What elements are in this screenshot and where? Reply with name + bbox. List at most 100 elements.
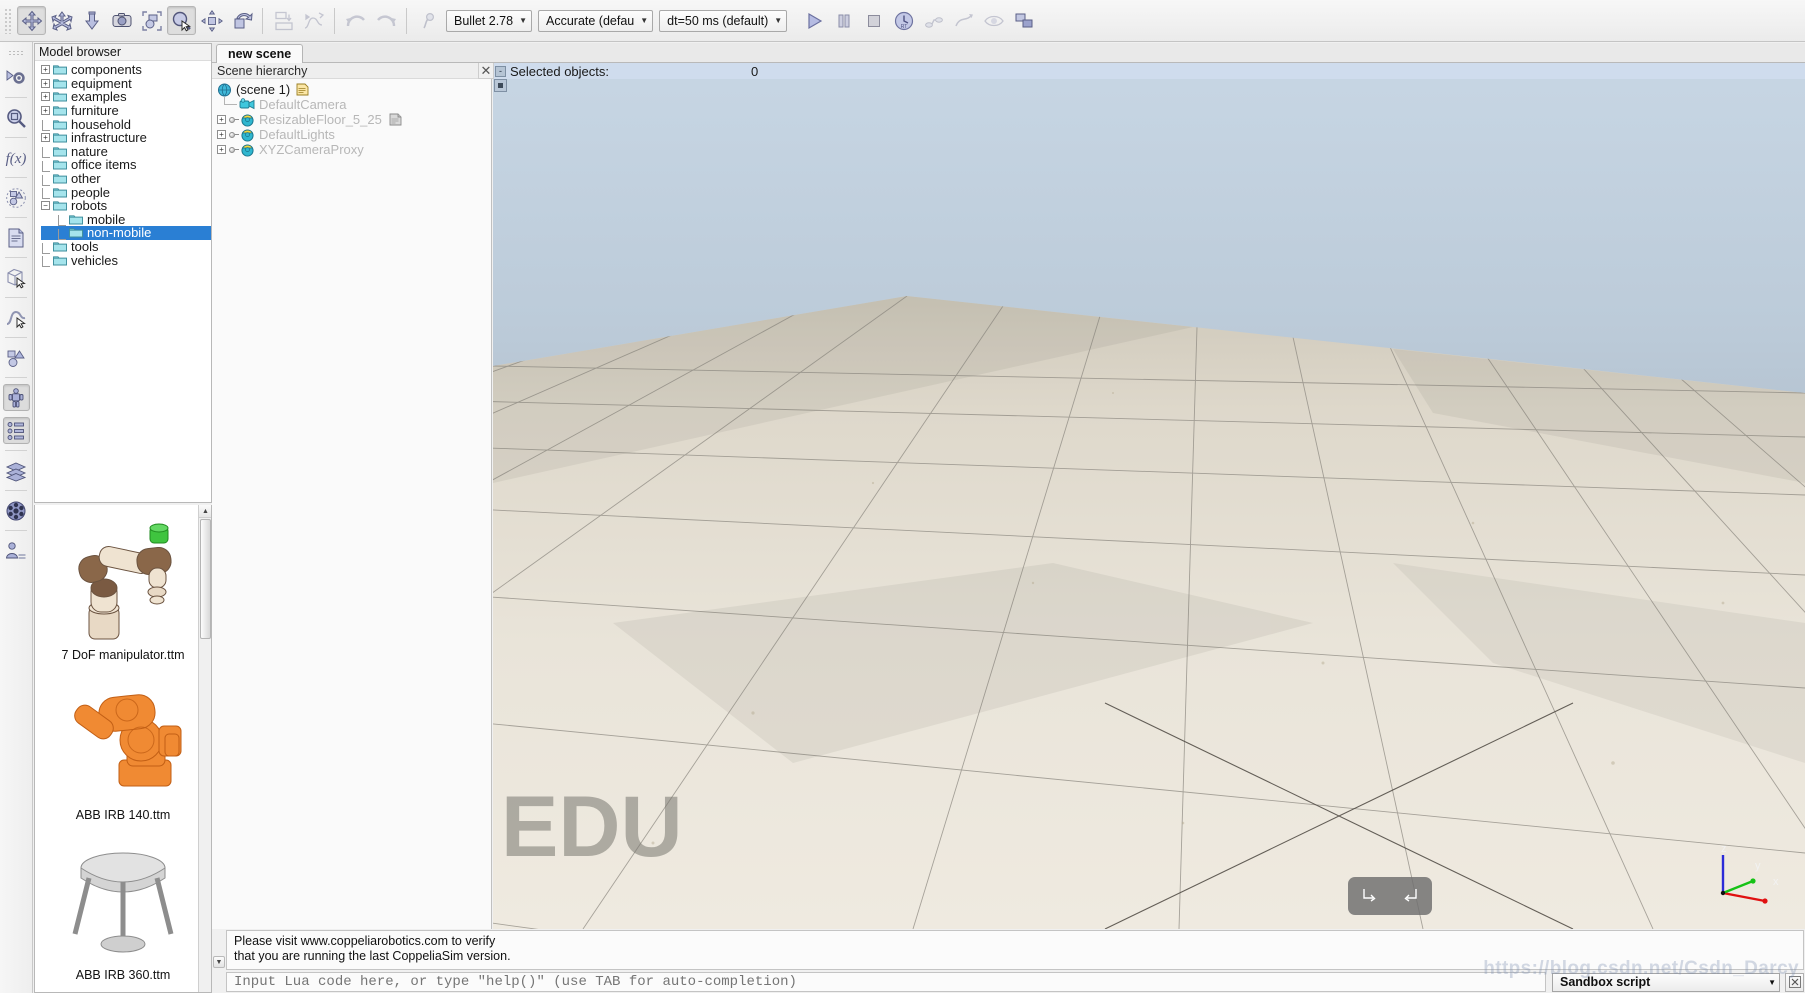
selected-objects-label: Selected objects: (510, 63, 610, 79)
tree-expander-plus-icon[interactable]: + (217, 130, 226, 139)
model-browser-item-other[interactable]: other (41, 172, 211, 186)
viewport-expand-toggle[interactable] (494, 79, 507, 92)
selected-objects-bar: - Selected objects: 0 (493, 63, 1805, 79)
tree-expander-plus-icon[interactable]: + (41, 133, 50, 143)
scene-properties-icon[interactable] (3, 64, 30, 91)
pause-button[interactable] (829, 6, 858, 35)
model-list-scrollbar[interactable]: ▲ (198, 505, 211, 992)
redo-icon[interactable] (371, 6, 400, 35)
play-button[interactable] (799, 6, 828, 35)
hierarchy-item-ResizableFloor_5_25[interactable]: + ResizableFloor_5_25 (217, 112, 491, 127)
scene-hierarchy-tree[interactable]: (scene 1) DefaultCamera + ResizableFloor_5… (212, 79, 491, 157)
tree-expander-plus-icon[interactable]: + (41, 106, 50, 116)
timestep-select[interactable]: dt=50 ms (default) ▼ (659, 9, 788, 32)
model-thumbnail-list[interactable]: 7 DoF manipulator.ttm ABB IRB 140.ttm ABB … (34, 505, 212, 993)
page-rotate-icon[interactable] (227, 6, 256, 35)
scroll-up-icon[interactable]: ▲ (199, 505, 211, 518)
tree-expander-plus-icon[interactable]: + (41, 65, 50, 75)
layers-stack-icon[interactable] (3, 457, 30, 484)
model-browser-item-examples[interactable]: + examples (41, 90, 211, 104)
object-shift-icon[interactable] (17, 6, 46, 35)
stop-button[interactable] (859, 6, 888, 35)
page-move-icon[interactable] (197, 6, 226, 35)
visualize-button[interactable] (949, 6, 978, 35)
tree-expander-plus-icon[interactable]: + (41, 78, 50, 88)
folder-icon (53, 187, 67, 198)
scrollbar-thumb[interactable] (200, 519, 211, 639)
user-parameters-icon[interactable]: f(x) (3, 144, 30, 171)
tree-expander-plus-icon[interactable]: + (217, 115, 226, 124)
model-browser-item-household[interactable]: household (41, 117, 211, 132)
toolbar-grip[interactable] (4, 7, 13, 34)
path-select-icon[interactable] (3, 304, 30, 331)
model-browser-item-infrastructure[interactable]: + infrastructure (41, 131, 211, 145)
model-browser-item-equipment[interactable]: + equipment (41, 77, 211, 91)
camera-icon[interactable] (107, 6, 136, 35)
tree-expander-minus-icon[interactable]: − (41, 201, 50, 211)
model-browser-item-robots[interactable]: − robots (41, 199, 211, 213)
viewport-close-icon[interactable]: ✕ (478, 63, 494, 79)
assembly-icon[interactable] (137, 6, 166, 35)
shape-edit-icon[interactable] (3, 184, 30, 211)
rotate-left-icon[interactable] (1356, 883, 1382, 909)
lua-code-input[interactable] (226, 972, 1546, 992)
object-script-icon[interactable] (389, 113, 402, 126)
model-browser-item-office-items[interactable]: office items (41, 158, 211, 172)
user-settings-icon[interactable] (3, 537, 30, 564)
model-browser-item-non-mobile[interactable]: non-mobile (41, 226, 211, 240)
scroll-down-icon[interactable]: ▼ (213, 956, 225, 968)
select-magnifier-icon[interactable] (167, 6, 196, 35)
model-item[interactable]: ABB IRB 360.ttm (35, 825, 211, 985)
calculation-modules-icon[interactable] (3, 104, 30, 131)
rotate-right-icon[interactable] (1398, 883, 1424, 909)
accuracy-select[interactable]: Accurate (defau ▼ (538, 9, 654, 32)
model-browser-item-tools[interactable]: tools (41, 240, 211, 254)
visibility-dot-icon[interactable] (229, 131, 240, 138)
script-icon[interactable] (3, 224, 30, 251)
dynamics-icon[interactable] (413, 6, 442, 35)
hierarchy-item-DefaultLights[interactable]: + DefaultLights (217, 127, 491, 142)
tree-expander-plus-icon[interactable]: + (217, 145, 226, 154)
model-item[interactable]: 7 DoF manipulator.ttm (35, 505, 211, 665)
clear-console-button[interactable] (1785, 972, 1804, 992)
align-icon[interactable] (269, 6, 298, 35)
visibility-dot-icon[interactable] (229, 116, 240, 123)
scene-hierarchy-icon[interactable] (2, 417, 30, 444)
model-item-label: ABB IRB 360.ttm (75, 968, 171, 982)
collapse-icon[interactable]: - (495, 65, 506, 77)
script-target-value: Sandbox script (1560, 975, 1651, 989)
object-drop-icon[interactable] (77, 6, 106, 35)
model-browser-item-label: mobile (87, 211, 126, 227)
model-browser-item-nature[interactable]: nature (41, 145, 211, 159)
model-browser-item-vehicles[interactable]: vehicles (41, 253, 211, 268)
model-browser-icon[interactable] (2, 384, 30, 411)
left-toolbar-grip[interactable] (8, 50, 24, 57)
model-browser-item-components[interactable]: + components (41, 63, 211, 77)
object-rotate-icon[interactable] (47, 6, 76, 35)
realtime-button[interactable]: RT (889, 6, 918, 35)
scene-script-icon[interactable] (296, 83, 309, 96)
physics-engine-select[interactable]: Bullet 2.78 ▼ (446, 9, 532, 32)
visibility-dot-icon[interactable] (229, 146, 240, 153)
shape-select-icon[interactable] (3, 264, 30, 291)
primitive-shapes-icon[interactable] (3, 344, 30, 371)
video-recorder-icon[interactable] (3, 497, 30, 524)
axis-label-y: y (1755, 860, 1761, 872)
model-browser-item-mobile[interactable]: mobile (41, 213, 211, 227)
tree-expander-plus-icon[interactable]: + (41, 92, 50, 102)
undo-icon[interactable] (341, 6, 370, 35)
3d-viewport[interactable]: EDU z y x (493, 63, 1805, 929)
layers-button[interactable] (1009, 6, 1038, 35)
path-icon[interactable] (299, 6, 328, 35)
eye-button[interactable] (979, 6, 1008, 35)
model-browser-item-furniture[interactable]: + furniture (41, 104, 211, 118)
model-browser-item-people[interactable]: people (41, 185, 211, 200)
model-item[interactable]: ABB IRB 140.ttm (35, 665, 211, 825)
model-browser-tree[interactable]: + components + equipment + examples + furniture… (35, 61, 211, 268)
script-target-select[interactable]: Sandbox script ▼ (1552, 972, 1780, 992)
hierarchy-item-DefaultCamera[interactable]: DefaultCamera (217, 97, 491, 112)
hierarchy-root-row[interactable]: (scene 1) (217, 82, 491, 97)
threaded-render-button[interactable] (919, 6, 948, 35)
tab-new-scene[interactable]: new scene (216, 44, 304, 63)
hierarchy-item-XYZCameraProxy[interactable]: + XYZCameraProxy (217, 142, 491, 157)
